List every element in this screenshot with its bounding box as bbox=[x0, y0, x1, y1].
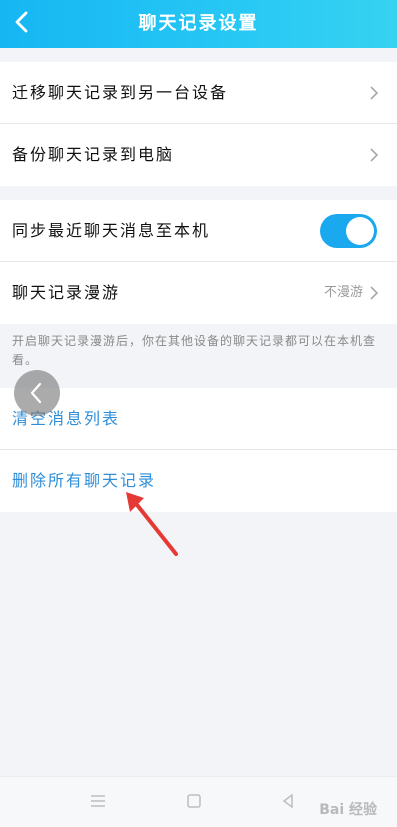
sync-recent-messages-row[interactable]: 同步最近聊天消息至本机 bbox=[0, 200, 397, 262]
transfer-settings-group: 迁移聊天记录到另一台设备 备份聊天记录到电脑 bbox=[0, 62, 397, 186]
chevron-right-icon bbox=[370, 286, 379, 300]
history-roaming-value: 不漫游 bbox=[323, 285, 363, 300]
sync-recent-messages-label: 同步最近聊天消息至本机 bbox=[12, 221, 211, 240]
backup-history-label: 备份聊天记录到电脑 bbox=[12, 145, 175, 164]
chevron-left-icon bbox=[30, 382, 42, 404]
menu-icon bbox=[91, 795, 105, 807]
sync-settings-group: 同步最近聊天消息至本机 聊天记录漫游 不漫游 bbox=[0, 200, 397, 324]
menu-nav-button[interactable] bbox=[86, 789, 110, 813]
baidu-watermark: Bai 经验 bbox=[319, 802, 377, 818]
delete-all-history-row[interactable]: 删除所有聊天记录 bbox=[0, 450, 397, 512]
backup-history-row[interactable]: 备份聊天记录到电脑 bbox=[0, 124, 397, 186]
home-square-icon bbox=[187, 794, 201, 808]
back-nav-button[interactable] bbox=[276, 789, 300, 813]
system-navigation-bar: Bai 经验 bbox=[0, 776, 397, 827]
migrate-history-label: 迁移聊天记录到另一台设备 bbox=[12, 83, 229, 102]
danger-actions-group: 清空消息列表 删除所有聊天记录 bbox=[0, 388, 397, 512]
home-nav-button[interactable] bbox=[182, 789, 206, 813]
chevron-right-icon bbox=[370, 86, 379, 100]
history-roaming-row[interactable]: 聊天记录漫游 不漫游 bbox=[0, 262, 397, 324]
history-roaming-label: 聊天记录漫游 bbox=[12, 283, 121, 302]
toggle-knob bbox=[346, 217, 374, 245]
sync-toggle[interactable] bbox=[320, 214, 377, 248]
annotation-arrow-icon bbox=[126, 492, 178, 556]
chevron-right-icon bbox=[370, 148, 379, 162]
floating-back-button[interactable] bbox=[14, 370, 60, 416]
app-header: 聊天记录设置 bbox=[0, 0, 397, 48]
triangle-back-icon bbox=[282, 793, 293, 809]
migrate-history-row[interactable]: 迁移聊天记录到另一台设备 bbox=[0, 62, 397, 124]
page-title: 聊天记录设置 bbox=[138, 13, 259, 34]
roaming-help-text: 开启聊天记录漫游后，你在其他设备的聊天记录都可以在本机查看。 bbox=[12, 334, 377, 367]
